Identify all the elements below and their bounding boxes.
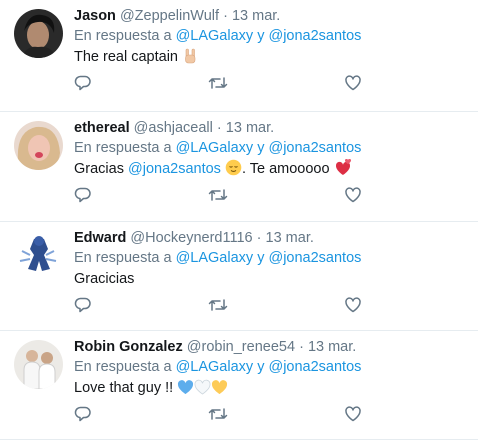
tweet-text-before: Gracias — [74, 161, 124, 177]
mention-link[interactable]: @LAGalaxy — [176, 250, 254, 266]
retweet-icon[interactable] — [208, 74, 228, 94]
reply-context: En respuesta a @LAGalaxy y @jona2santos — [74, 26, 468, 47]
reply-icon[interactable] — [74, 296, 94, 316]
tweet: ethereal @ashjaceall · 13 mar. En respue… — [0, 112, 478, 222]
tweet-header: Jason @ZeppelinWulf · 13 mar. — [74, 6, 468, 26]
reply-join: y — [257, 140, 265, 156]
tweet: Robin Gonzalez @robin_renee54 · 13 mar. … — [0, 331, 478, 440]
relieved-face-icon — [225, 159, 242, 183]
tweet-text-body: Gracicias — [74, 271, 135, 287]
white-heart-icon — [194, 379, 211, 402]
reply-prefix: En respuesta a — [74, 359, 172, 375]
yellow-heart-icon — [211, 379, 228, 402]
tweet-text: Gracias @jona2santos . Te amooooo — [74, 158, 468, 183]
mention-link[interactable]: @LAGalaxy — [176, 359, 254, 375]
reply-prefix: En respuesta a — [74, 250, 172, 266]
user-handle[interactable]: @robin_renee54 — [187, 339, 295, 355]
separator: · — [299, 339, 304, 355]
tweet-content: Robin Gonzalez @robin_renee54 · 13 mar. … — [74, 337, 468, 402]
reply-icon[interactable] — [74, 405, 94, 425]
tweet-actions — [74, 296, 364, 316]
tweet-header: Edward @Hockeynerd1116 · 13 mar. — [74, 228, 468, 248]
revolving-hearts-icon — [334, 158, 352, 183]
tweet-actions — [74, 405, 364, 425]
avatar[interactable] — [14, 231, 63, 280]
tweet-text-body: The real captain — [74, 49, 178, 65]
separator: · — [256, 230, 262, 246]
user-handle[interactable]: @ZeppelinWulf — [120, 8, 219, 24]
reply-context: En respuesta a @LAGalaxy y @jona2santos — [74, 248, 468, 269]
tweet-text: Love that guy !! — [74, 378, 468, 402]
mention-link[interactable]: @jona2santos — [268, 250, 361, 266]
tweet-text-body: Love that guy !! — [74, 380, 174, 396]
tweet-content: Jason @ZeppelinWulf · 13 mar. En respues… — [74, 6, 468, 71]
tweet-actions — [74, 186, 364, 206]
tweet-header: Robin Gonzalez @robin_renee54 · 13 mar. — [74, 337, 468, 357]
tweet-text: The real captain — [74, 47, 468, 71]
avatar[interactable] — [14, 121, 63, 170]
user-name[interactable]: Robin Gonzalez — [74, 339, 183, 355]
mention-link[interactable]: @jona2santos — [268, 28, 361, 44]
blue-heart-icon — [177, 379, 194, 402]
retweet-icon[interactable] — [208, 405, 228, 425]
avatar[interactable] — [14, 340, 63, 389]
tweet-actions — [74, 74, 364, 94]
retweet-icon[interactable] — [208, 186, 228, 206]
like-icon[interactable] — [344, 186, 364, 206]
user-name[interactable]: Jason — [74, 8, 116, 24]
separator: · — [216, 120, 222, 136]
reply-prefix: En respuesta a — [74, 28, 172, 44]
tweet-text-after: . Te amooooo — [241, 161, 330, 177]
timestamp[interactable]: 13 mar. — [232, 8, 280, 24]
separator: · — [223, 8, 228, 24]
user-handle[interactable]: @ashjaceall — [134, 120, 213, 136]
tweet: Edward @Hockeynerd1116 · 13 mar. En resp… — [0, 222, 478, 331]
user-name[interactable]: Edward — [74, 230, 126, 246]
mention-link[interactable]: @jona2santos — [268, 359, 361, 375]
like-icon[interactable] — [344, 74, 364, 94]
retweet-icon[interactable] — [208, 296, 228, 316]
tweet-text: Gracicias — [74, 269, 468, 290]
reply-join: y — [257, 28, 265, 44]
tweet-content: Edward @Hockeynerd1116 · 13 mar. En resp… — [74, 228, 468, 290]
tweet-header: ethereal @ashjaceall · 13 mar. — [74, 118, 468, 138]
reply-join: y — [257, 250, 265, 266]
timestamp[interactable]: 13 mar. — [308, 339, 356, 355]
mention-link[interactable]: @jona2santos — [128, 161, 221, 177]
tweet-content: ethereal @ashjaceall · 13 mar. En respue… — [74, 118, 468, 183]
mention-link[interactable]: @LAGalaxy — [176, 140, 254, 156]
mention-link[interactable]: @jona2santos — [268, 140, 361, 156]
timestamp[interactable]: 13 mar. — [266, 230, 314, 246]
user-handle[interactable]: @Hockeynerd1116 — [130, 230, 252, 246]
mention-link[interactable]: @LAGalaxy — [176, 28, 254, 44]
reply-join: y — [257, 359, 265, 375]
like-icon[interactable] — [344, 405, 364, 425]
timestamp[interactable]: 13 mar. — [226, 120, 274, 136]
like-icon[interactable] — [344, 296, 364, 316]
avatar[interactable] — [14, 9, 63, 58]
sign-of-horns-icon — [182, 48, 198, 71]
reply-icon[interactable] — [74, 186, 94, 206]
reply-prefix: En respuesta a — [74, 140, 172, 156]
reply-icon[interactable] — [74, 74, 94, 94]
user-name[interactable]: ethereal — [74, 120, 130, 136]
reply-context: En respuesta a @LAGalaxy y @jona2santos — [74, 138, 468, 159]
tweet: Jason @ZeppelinWulf · 13 mar. En respues… — [0, 0, 478, 112]
reply-context: En respuesta a @LAGalaxy y @jona2santos — [74, 357, 468, 378]
